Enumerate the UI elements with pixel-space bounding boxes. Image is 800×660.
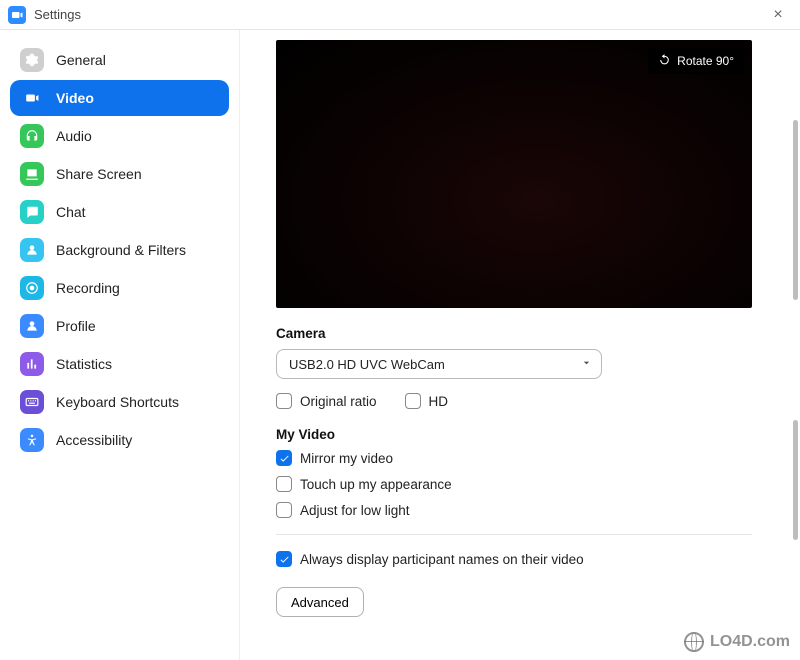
checkbox-label: Mirror my video [300, 451, 393, 466]
sidebar-item-keyboard-shortcuts[interactable]: Keyboard Shortcuts [10, 384, 229, 420]
settings-content: Rotate 90° Camera USB2.0 HD UVC WebCam O… [240, 30, 800, 660]
person-bg-icon [20, 238, 44, 262]
checkbox-label: Always display participant names on thei… [300, 552, 584, 567]
touch-up-appearance-checkbox[interactable]: Touch up my appearance [276, 476, 770, 492]
sidebar-item-label: Recording [56, 280, 120, 296]
camera-select[interactable]: USB2.0 HD UVC WebCam [276, 349, 602, 379]
accessibility-icon [20, 428, 44, 452]
sidebar-item-label: Audio [56, 128, 92, 144]
adjust-low-light-checkbox[interactable]: Adjust for low light [276, 502, 770, 518]
sidebar-item-general[interactable]: General [10, 42, 229, 78]
checkbox-label: HD [429, 394, 449, 409]
checkbox-label: Adjust for low light [300, 503, 410, 518]
titlebar: Settings × [0, 0, 800, 30]
record-icon [20, 276, 44, 300]
advanced-button[interactable]: Advanced [276, 587, 364, 617]
sidebar-item-label: General [56, 52, 106, 68]
keyboard-icon [20, 390, 44, 414]
rotate-90-button[interactable]: Rotate 90° [648, 48, 744, 74]
sidebar-item-label: Share Screen [56, 166, 142, 182]
checkbox-label: Touch up my appearance [300, 477, 452, 492]
display-participant-names-checkbox[interactable]: Always display participant names on thei… [276, 551, 770, 567]
sidebar-item-label: Statistics [56, 356, 112, 372]
sidebar-item-label: Video [56, 90, 94, 106]
sidebar-item-chat[interactable]: Chat [10, 194, 229, 230]
sidebar-item-label: Accessibility [56, 432, 132, 448]
sidebar-item-label: Keyboard Shortcuts [56, 394, 179, 410]
video-icon [20, 86, 44, 110]
window-close-button[interactable]: × [764, 1, 792, 29]
sidebar-item-statistics[interactable]: Statistics [10, 346, 229, 382]
sidebar-item-recording[interactable]: Recording [10, 270, 229, 306]
mirror-my-video-checkbox[interactable]: Mirror my video [276, 450, 770, 466]
gear-icon [20, 48, 44, 72]
camera-preview: Rotate 90° [276, 40, 752, 308]
camera-section-label: Camera [276, 326, 770, 341]
sidebar-item-background-filters[interactable]: Background & Filters [10, 232, 229, 268]
headphones-icon [20, 124, 44, 148]
sidebar-item-accessibility[interactable]: Accessibility [10, 422, 229, 458]
window-title: Settings [34, 7, 81, 22]
checkbox-label: Original ratio [300, 394, 377, 409]
my-video-section-label: My Video [276, 427, 770, 442]
original-ratio-checkbox[interactable]: Original ratio [276, 393, 377, 409]
sidebar-item-label: Chat [56, 204, 86, 220]
sidebar: General Video Audio Share Screen Chat [0, 30, 240, 660]
share-icon [20, 162, 44, 186]
sidebar-item-audio[interactable]: Audio [10, 118, 229, 154]
scrollbar-indicator [793, 420, 798, 540]
divider [276, 534, 752, 535]
chat-icon [20, 200, 44, 224]
sidebar-item-video[interactable]: Video [10, 80, 229, 116]
profile-icon [20, 314, 44, 338]
rotate-icon [658, 53, 671, 69]
hd-checkbox[interactable]: HD [405, 393, 449, 409]
camera-selected-value: USB2.0 HD UVC WebCam [289, 357, 445, 372]
stats-icon [20, 352, 44, 376]
sidebar-item-profile[interactable]: Profile [10, 308, 229, 344]
rotate-label: Rotate 90° [677, 54, 734, 68]
sidebar-item-label: Background & Filters [56, 242, 186, 258]
scrollbar-indicator [793, 120, 798, 300]
sidebar-item-share-screen[interactable]: Share Screen [10, 156, 229, 192]
sidebar-item-label: Profile [56, 318, 96, 334]
app-icon [8, 6, 26, 24]
